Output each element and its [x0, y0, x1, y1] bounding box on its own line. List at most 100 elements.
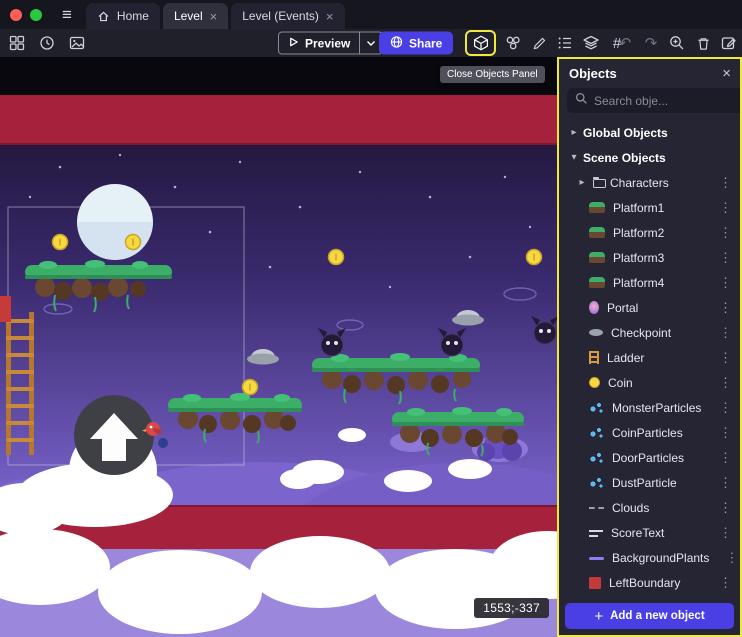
panel-title: Objects — [569, 66, 617, 81]
object-item-platform3[interactable]: Platform3 ⋮ — [559, 245, 740, 270]
coin-sprite[interactable] — [329, 250, 344, 265]
item-menu-icon[interactable]: ⋮ — [711, 576, 740, 589]
bubble-sprite[interactable] — [77, 184, 153, 260]
item-menu-icon[interactable]: ⋮ — [711, 476, 740, 489]
globe-icon — [390, 35, 403, 51]
window-zoom-button[interactable] — [30, 9, 42, 21]
search-input[interactable] — [594, 94, 742, 108]
image-resources-icon[interactable] — [68, 34, 86, 52]
object-item-scoretext[interactable]: ScoreText ⋮ — [559, 520, 740, 545]
item-menu-icon[interactable]: ⋮ — [711, 451, 740, 464]
item-menu-icon[interactable]: ⋮ — [711, 251, 740, 264]
project-manager-icon[interactable] — [8, 34, 26, 52]
object-item-ladder[interactable]: Ladder ⋮ — [559, 345, 740, 370]
object-groups-icon[interactable] — [504, 34, 522, 52]
objects-panel-toggle-icon[interactable] — [465, 30, 496, 56]
trash-icon[interactable] — [694, 34, 712, 52]
object-item-coin[interactable]: Coin ⋮ — [559, 370, 740, 395]
object-search — [567, 88, 742, 113]
clouds-thumbnail-icon — [589, 507, 604, 509]
toolbar: Preview Share # ↶ ↷ — [0, 29, 742, 57]
item-menu-icon[interactable]: ⋮ — [711, 226, 740, 239]
properties-list-icon[interactable] — [556, 34, 574, 52]
checkpoint-thumbnail-icon — [589, 329, 603, 336]
history-icon[interactable] — [38, 34, 56, 52]
window-close-button[interactable] — [10, 9, 22, 21]
share-label: Share — [409, 36, 442, 50]
tab-level[interactable]: Level × — [163, 3, 228, 29]
close-panel-icon[interactable]: × — [722, 66, 731, 81]
portal-thumbnail-icon — [589, 301, 599, 314]
coin-sprite[interactable] — [243, 380, 258, 395]
object-item-platform2[interactable]: Platform2 ⋮ — [559, 220, 740, 245]
object-item-backgroundplants[interactable]: BackgroundPlants ⋮ — [559, 545, 740, 570]
tab-label: Level — [174, 9, 203, 23]
edit-pencil-icon[interactable] — [530, 34, 548, 52]
tooltip: Close Objects Panel — [440, 66, 545, 83]
tab-close-icon[interactable]: × — [210, 10, 218, 23]
game-scene[interactable] — [0, 57, 557, 637]
particles-thumbnail-icon — [589, 401, 604, 414]
tab-level-events[interactable]: Level (Events) × — [231, 3, 344, 29]
tab-label: Level (Events) — [242, 9, 319, 23]
particles-thumbnail-icon — [589, 426, 604, 439]
home-icon — [97, 10, 110, 23]
tab-close-icon[interactable]: × — [326, 10, 334, 23]
item-menu-icon[interactable]: ⋮ — [711, 276, 740, 289]
layers-icon[interactable] — [582, 34, 600, 52]
text-thumbnail-icon — [589, 528, 603, 538]
item-menu-icon[interactable]: ⋮ — [711, 351, 740, 364]
item-menu-icon[interactable]: ⋮ — [711, 426, 740, 439]
platform-thumbnail-icon — [589, 202, 605, 213]
tab-home[interactable]: Home — [86, 3, 160, 29]
preview-button[interactable]: Preview — [278, 32, 383, 55]
preview-label: Preview — [305, 36, 350, 50]
item-menu-icon[interactable]: ⋮ — [717, 551, 740, 564]
left-boundary-sprite[interactable] — [0, 296, 11, 322]
item-menu-icon[interactable]: ⋮ — [711, 176, 740, 189]
object-item-clouds[interactable]: Clouds ⋮ — [559, 495, 740, 520]
object-item-checkpoint[interactable]: Checkpoint ⋮ — [559, 320, 740, 345]
objects-panel: Objects × ▸ Global Objects ▾ Scene Objec… — [557, 57, 742, 637]
add-button-label: Add a new object — [610, 610, 705, 622]
scene-editor-canvas[interactable]: 1553;-337 — [0, 57, 557, 637]
boundary-thumbnail-icon — [589, 577, 601, 589]
object-item-dustparticle[interactable]: DustParticle ⋮ — [559, 470, 740, 495]
plus-icon: + — [594, 609, 603, 624]
object-item-platform1[interactable]: Platform1 ⋮ — [559, 195, 740, 220]
folder-icon — [593, 179, 606, 188]
player-arrow-sprite[interactable] — [69, 395, 157, 515]
platform-thumbnail-icon — [589, 277, 605, 288]
item-menu-icon[interactable]: ⋮ — [711, 501, 740, 514]
tab-label: Home — [117, 9, 149, 23]
item-menu-icon[interactable]: ⋮ — [711, 376, 740, 389]
edit-properties-icon[interactable] — [720, 34, 738, 52]
object-item-doorparticles[interactable]: DoorParticles ⋮ — [559, 445, 740, 470]
particles-thumbnail-icon — [589, 476, 604, 489]
item-menu-icon[interactable]: ⋮ — [711, 401, 740, 414]
object-item-characters[interactable]: ▸ Characters ⋮ — [559, 170, 740, 195]
object-item-monsterparticles[interactable]: MonsterParticles ⋮ — [559, 395, 740, 420]
redo-icon[interactable]: ↷ — [642, 34, 660, 52]
zoom-in-icon[interactable] — [668, 34, 686, 52]
coin-sprite[interactable] — [126, 235, 141, 250]
main-menu-icon[interactable]: ≡ — [54, 6, 86, 23]
object-item-leftboundary[interactable]: LeftBoundary ⋮ — [559, 570, 740, 595]
coin-sprite[interactable] — [53, 235, 68, 250]
object-item-portal[interactable]: Portal ⋮ — [559, 295, 740, 320]
objects-group-scene[interactable]: ▾ Scene Objects — [559, 145, 740, 170]
undo-icon[interactable]: ↶ — [616, 34, 634, 52]
item-menu-icon[interactable]: ⋮ — [711, 326, 740, 339]
item-menu-icon[interactable]: ⋮ — [711, 526, 740, 539]
objects-group-global[interactable]: ▸ Global Objects — [559, 120, 740, 145]
top-boundary-band[interactable] — [0, 95, 557, 145]
add-new-object-button[interactable]: + Add a new object — [565, 603, 734, 629]
object-item-platform4[interactable]: Platform4 ⋮ — [559, 270, 740, 295]
item-menu-icon[interactable]: ⋮ — [711, 301, 740, 314]
item-menu-icon[interactable]: ⋮ — [711, 201, 740, 214]
cursor-coordinates: 1553;-337 — [474, 598, 549, 618]
share-button[interactable]: Share — [379, 32, 453, 55]
coin-sprite[interactable] — [527, 250, 542, 265]
object-item-coinparticles[interactable]: CoinParticles ⋮ — [559, 420, 740, 445]
window-controls — [0, 9, 54, 21]
